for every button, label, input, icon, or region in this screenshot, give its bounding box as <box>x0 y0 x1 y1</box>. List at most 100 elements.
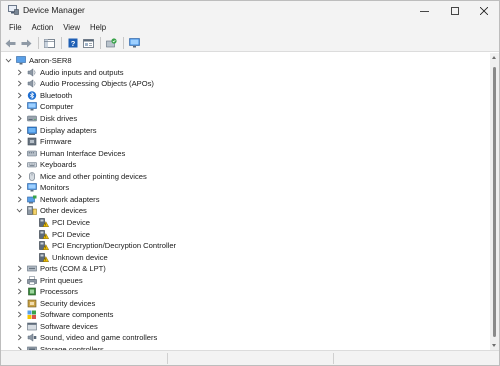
scan-hardware-changes-icon <box>128 38 140 48</box>
title-bar[interactable]: Device Manager <box>1 1 499 21</box>
vertical-scrollbar[interactable] <box>490 53 499 350</box>
hid-icon <box>27 150 37 156</box>
tree-device-item[interactable]: PCI Device <box>27 217 90 229</box>
chevron-right-icon[interactable] <box>15 276 23 284</box>
menu-file[interactable]: File <box>4 21 27 35</box>
tree-category-item[interactable]: Audio Processing Objects (APOs) <box>15 78 154 90</box>
chevron-down-icon[interactable] <box>4 57 12 65</box>
window-title: Device Manager <box>23 5 85 15</box>
tree-category-item[interactable]: Other devices <box>15 205 87 217</box>
menu-action[interactable]: Action <box>27 21 59 35</box>
close-button[interactable] <box>469 1 499 21</box>
tree-item-label: PCI Device <box>52 217 90 227</box>
tree-item-label: Computer <box>40 102 74 112</box>
properties-button[interactable] <box>81 37 96 50</box>
tree-category-item[interactable]: Network adapters <box>15 194 100 206</box>
chevron-down-icon[interactable] <box>15 207 23 215</box>
tree-item-label: Bluetooth <box>40 90 73 100</box>
chevron-right-icon[interactable] <box>15 103 23 111</box>
chevron-right-icon[interactable] <box>15 161 23 169</box>
tree-item-label: Aaron-SER8 <box>29 56 72 66</box>
tree-item-label: Processors <box>40 287 78 297</box>
tree-category-item[interactable]: Security devices <box>15 298 95 310</box>
tree-category-item[interactable]: Audio inputs and outputs <box>15 67 124 79</box>
menu-help[interactable]: Help <box>85 21 111 35</box>
chevron-right-icon[interactable] <box>15 172 23 180</box>
speaker-icon <box>27 79 36 89</box>
security-device-icon <box>27 299 37 308</box>
tree-category-item[interactable]: Mice and other pointing devices <box>15 171 147 183</box>
chevron-right-icon[interactable] <box>15 80 23 88</box>
tree-item-label: Firmware <box>40 137 72 147</box>
tree-category-item[interactable]: Print queues <box>15 274 83 286</box>
tree-category-item[interactable]: Monitors <box>15 182 69 194</box>
scrollbar-thumb[interactable] <box>493 67 496 337</box>
tree-item-label: Unknown device <box>52 252 108 262</box>
software-device-icon <box>27 322 37 331</box>
chevron-right-icon[interactable] <box>15 138 23 146</box>
maximize-button[interactable] <box>440 1 470 21</box>
tree-device-item[interactable]: Unknown device <box>27 251 108 263</box>
update-driver-icon <box>106 38 117 48</box>
chevron-right-icon[interactable] <box>15 288 23 296</box>
display-adapter-icon <box>27 126 37 135</box>
chevron-right-icon[interactable] <box>15 115 23 123</box>
tree-category-item[interactable]: Processors <box>15 286 78 298</box>
tree-category-item[interactable]: Software components <box>15 309 113 321</box>
tree-device-item[interactable]: PCI Encryption/Decryption Controller <box>27 240 176 252</box>
svg-text:?: ? <box>70 39 75 48</box>
close-icon <box>480 7 488 15</box>
chevron-right-icon[interactable] <box>15 334 23 342</box>
chevron-right-icon[interactable] <box>15 322 23 330</box>
tree-category-item[interactable]: Keyboards <box>15 159 76 171</box>
chevron-right-icon[interactable] <box>15 126 23 134</box>
sound-controller-icon <box>27 333 37 343</box>
toolbar-separator <box>123 37 124 49</box>
tree-root-node[interactable]: Aaron-SER8 <box>4 55 72 67</box>
tree-item-label: Disk drives <box>40 114 78 123</box>
chevron-right-icon[interactable] <box>15 149 23 157</box>
help-button[interactable]: ? <box>65 37 80 50</box>
scan-hardware-changes-button[interactable] <box>127 37 142 50</box>
chevron-right-icon[interactable] <box>15 299 23 307</box>
chevron-right-icon[interactable] <box>15 184 23 192</box>
tree-category-item[interactable]: Sound, video and game controllers <box>15 332 157 344</box>
menu-bar: File Action View Help <box>1 21 499 35</box>
back-button[interactable] <box>3 37 18 50</box>
tree-item-label: Mice and other pointing devices <box>40 171 147 181</box>
tree-category-item[interactable]: Software devices <box>15 321 98 333</box>
tree-device-item[interactable]: PCI Device <box>27 228 90 240</box>
tree-category-item[interactable]: Computer <box>15 101 73 113</box>
unknown-device-warning-icon <box>39 252 49 262</box>
toolbar: ? <box>1 35 499 52</box>
tree-category-item[interactable]: Firmware <box>15 136 72 148</box>
tree-category-item[interactable]: Ports (COM & LPT) <box>15 263 106 275</box>
tree-item-label: Keyboards <box>40 160 77 170</box>
printer-icon <box>27 275 37 285</box>
minimize-button[interactable] <box>409 1 439 21</box>
chevron-right-icon[interactable] <box>15 195 23 203</box>
bluetooth-icon <box>27 91 37 100</box>
forward-button[interactable] <box>19 37 34 50</box>
tree-category-item[interactable]: Display adapters <box>15 124 97 136</box>
chevron-right-icon[interactable] <box>15 91 23 99</box>
show-hide-console-tree-button[interactable] <box>42 37 57 50</box>
scroll-down-icon[interactable] <box>492 344 496 347</box>
tree-item-label: Human Interface Devices <box>40 148 126 158</box>
tree-category-item[interactable]: Human Interface Devices <box>15 147 125 159</box>
tree-item-label: Display adapters <box>40 125 97 135</box>
chevron-right-icon[interactable] <box>15 265 23 273</box>
unknown-device-warning-icon <box>39 218 49 227</box>
scroll-up-icon[interactable] <box>492 56 496 59</box>
menu-view[interactable]: View <box>58 21 85 35</box>
tree-item-label: Other devices <box>40 206 87 216</box>
update-driver-button[interactable] <box>104 37 119 50</box>
tree-category-item[interactable]: Bluetooth <box>15 90 72 102</box>
device-tree[interactable]: Aaron-SER8 Audio inputs and outputs Audio … <box>1 53 490 350</box>
chevron-right-icon[interactable] <box>15 68 23 76</box>
minimize-icon <box>419 10 429 12</box>
properties-icon <box>83 38 94 48</box>
chevron-right-icon[interactable] <box>15 311 23 319</box>
tree-category-item[interactable]: Disk drives <box>15 113 77 125</box>
tree-item-label: Print queues <box>40 275 83 285</box>
